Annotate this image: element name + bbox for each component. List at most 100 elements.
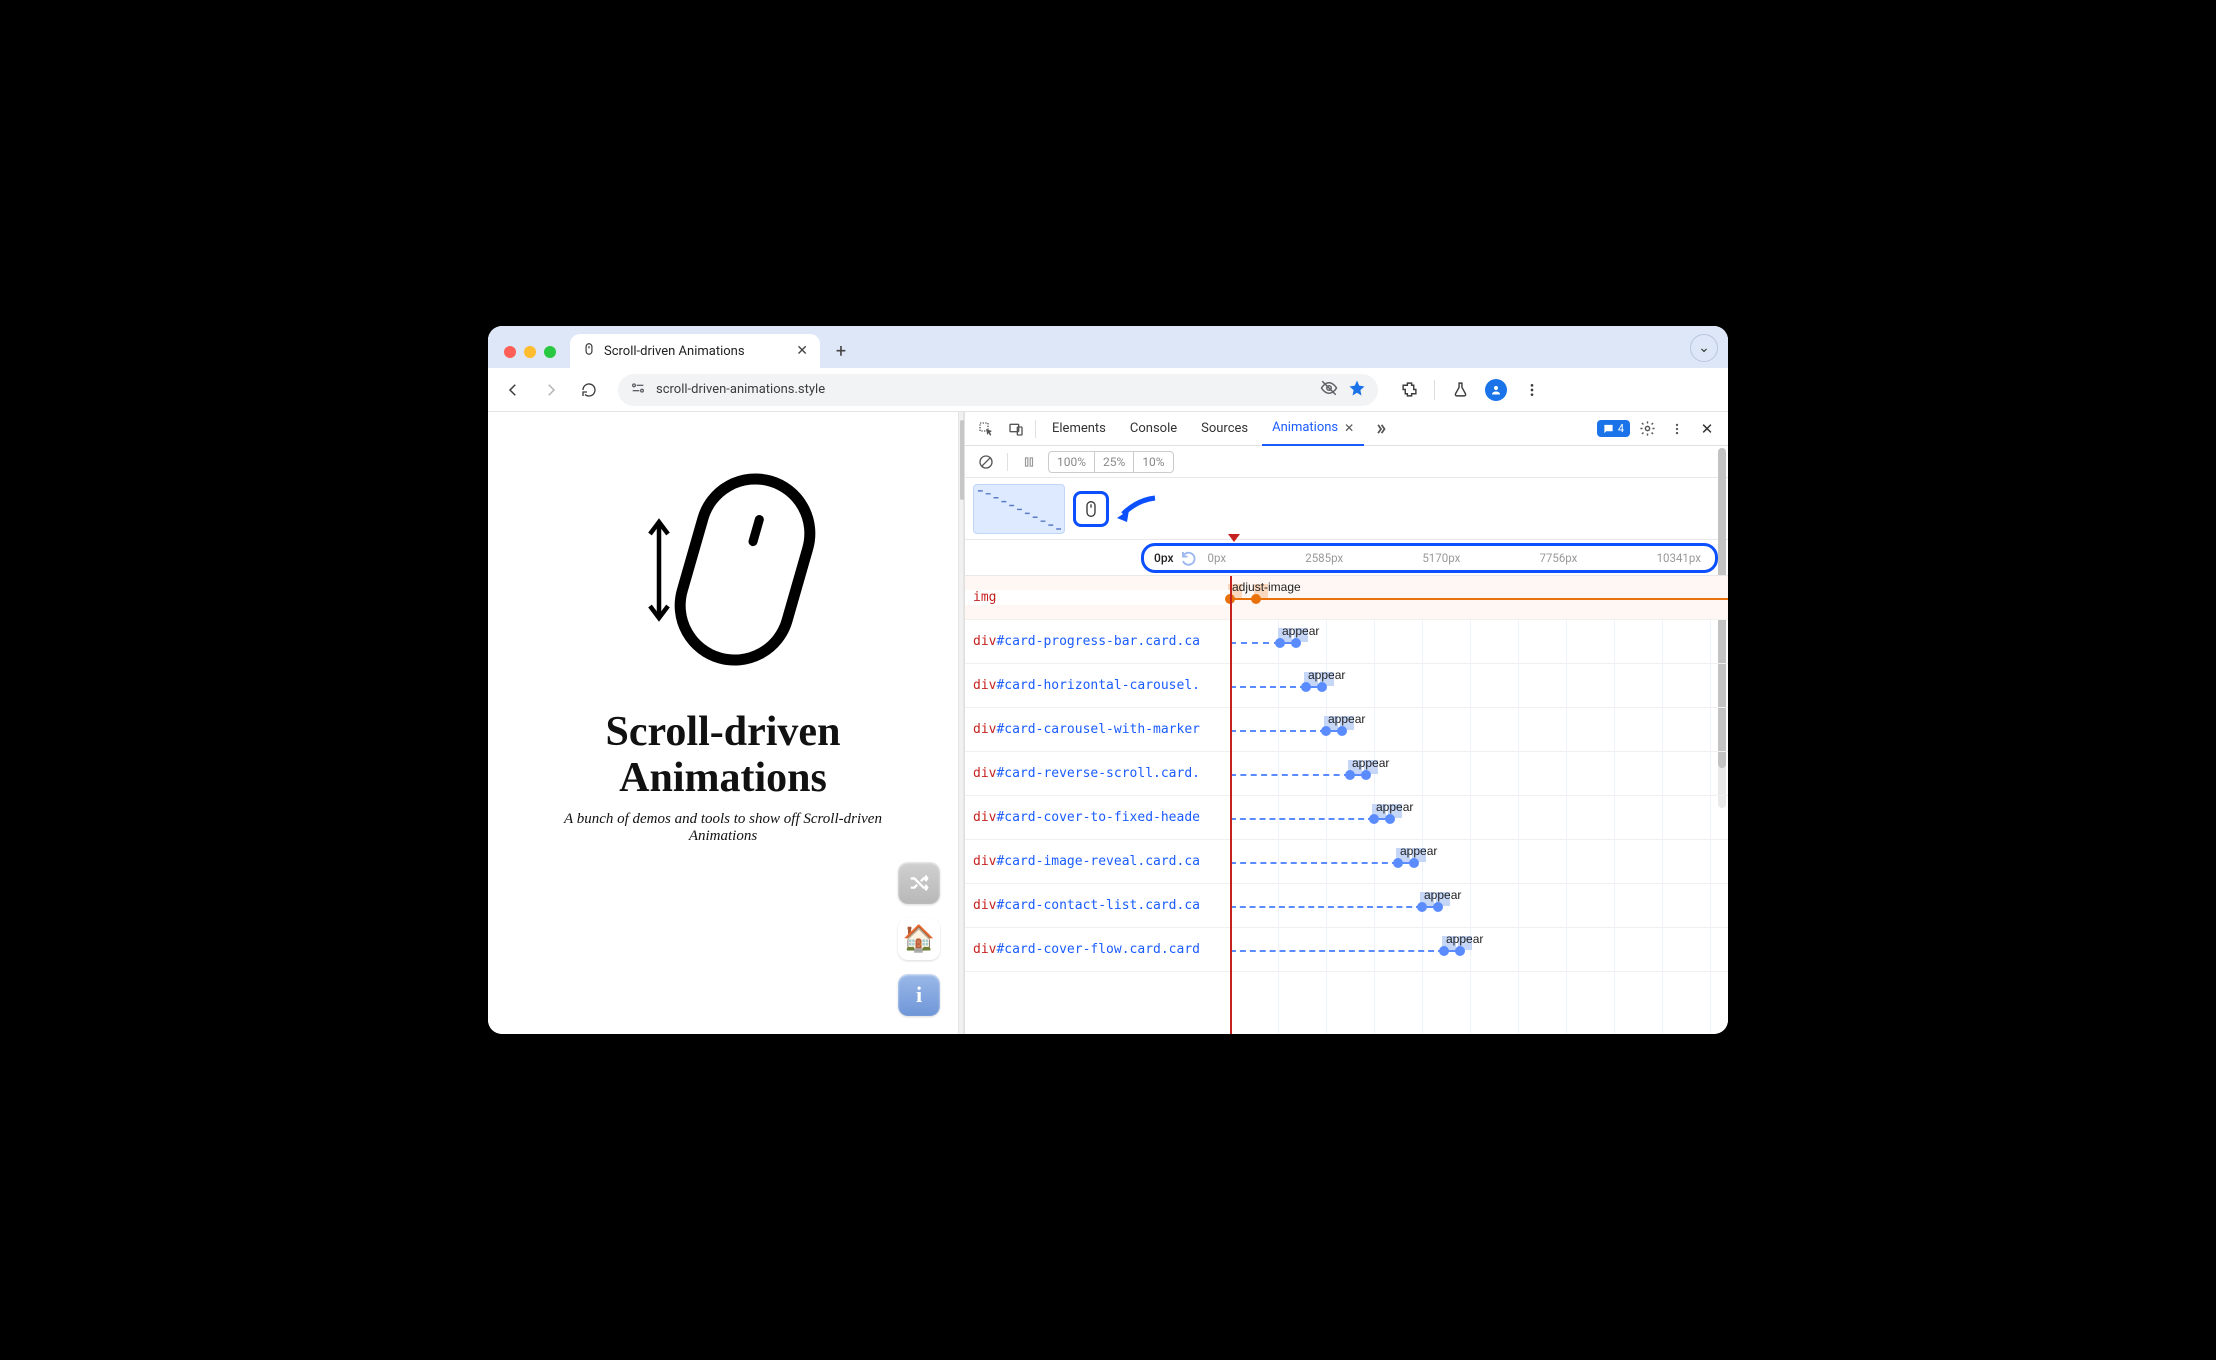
animation-name: adjust-image [1232, 580, 1301, 594]
content-area: Scroll-driven Animations A bunch of demo… [488, 412, 1728, 1034]
animation-row[interactable]: div#card-contact-list.card.ca appear [965, 884, 1728, 928]
settings-gear-icon[interactable] [1634, 416, 1660, 442]
animation-row[interactable]: div#card-cover-to-fixed-headeappear [965, 796, 1728, 840]
animation-row[interactable]: div#card-image-reveal.card.caappear [965, 840, 1728, 884]
tab-console[interactable]: Console [1120, 412, 1187, 446]
playhead-icon[interactable] [1228, 534, 1240, 546]
animation-track[interactable]: appear [1230, 620, 1728, 663]
animation-track[interactable]: appear [1230, 840, 1728, 883]
keyframe-icon[interactable] [1317, 682, 1327, 692]
element-selector: div#card-horizontal-carousel. [965, 678, 1230, 693]
keyframe-icon[interactable] [1361, 770, 1371, 780]
animation-name: appear [1376, 800, 1413, 814]
keyframe-icon[interactable] [1291, 638, 1301, 648]
speed-10[interactable]: 10% [1134, 452, 1172, 472]
minimize-window-icon[interactable] [524, 346, 536, 358]
site-settings-icon[interactable] [630, 380, 646, 400]
close-panel-icon[interactable]: ✕ [1344, 421, 1354, 435]
device-toolbar-icon[interactable] [1003, 416, 1029, 442]
animation-name: appear [1400, 844, 1437, 858]
extensions-icon[interactable] [1394, 375, 1424, 405]
undo-icon[interactable] [1180, 549, 1198, 567]
tab-sources[interactable]: Sources [1191, 412, 1258, 446]
new-tab-button[interactable]: + [826, 336, 856, 366]
issues-badge[interactable]: 4 [1597, 420, 1630, 437]
keyframe-icon[interactable] [1417, 902, 1427, 912]
tab-elements[interactable]: Elements [1042, 412, 1116, 446]
close-devtools-icon[interactable]: ✕ [1694, 416, 1720, 442]
pause-icon[interactable] [1016, 449, 1042, 475]
keyframe-icon[interactable] [1385, 814, 1395, 824]
devtools-panel: Elements Console Sources Animations ✕ 4 [964, 412, 1728, 1034]
element-selector: div#card-contact-list.card.ca [965, 898, 1230, 913]
keyframe-icon[interactable] [1337, 726, 1347, 736]
animation-name: appear [1446, 932, 1483, 946]
tabs-dropdown-icon[interactable]: ⌄ [1690, 334, 1718, 362]
animation-row[interactable]: imgadjust-image [965, 576, 1728, 620]
animation-row[interactable]: div#card-carousel-with-markerappear [965, 708, 1728, 752]
speed-25[interactable]: 25% [1095, 452, 1134, 472]
close-window-icon[interactable] [504, 346, 516, 358]
info-button[interactable]: i [898, 974, 940, 1016]
keyframe-icon[interactable] [1369, 814, 1379, 824]
keyframe-icon[interactable] [1321, 726, 1331, 736]
devtools-menu-icon[interactable] [1664, 416, 1690, 442]
more-tabs-icon[interactable] [1368, 416, 1394, 442]
scroll-driven-icon[interactable] [1073, 491, 1109, 527]
animation-name: appear [1328, 712, 1365, 726]
address-bar[interactable]: scroll-driven-animations.style [618, 374, 1378, 406]
close-tab-icon[interactable]: ✕ [796, 343, 808, 359]
clear-icon[interactable] [973, 449, 999, 475]
animation-name: appear [1424, 888, 1461, 902]
favicon-icon [582, 342, 596, 360]
keyframe-icon[interactable] [1301, 682, 1311, 692]
keyframe-icon[interactable] [1393, 858, 1403, 868]
keyframe-icon[interactable] [1251, 594, 1261, 604]
animation-track[interactable]: appear [1230, 664, 1728, 707]
eye-off-icon[interactable] [1320, 379, 1338, 401]
browser-menu-icon[interactable] [1517, 375, 1547, 405]
keyframe-icon[interactable] [1275, 638, 1285, 648]
animation-row[interactable]: div#card-cover-flow.card.cardappear [965, 928, 1728, 972]
animation-track[interactable]: appear [1230, 884, 1728, 927]
speed-100[interactable]: 100% [1049, 452, 1095, 472]
animation-track[interactable]: appear [1230, 796, 1728, 839]
animation-row[interactable]: div#card-horizontal-carousel.appear [965, 664, 1728, 708]
profile-avatar[interactable] [1481, 375, 1511, 405]
reload-button[interactable] [574, 375, 604, 405]
page-title: Scroll-driven Animations [606, 709, 841, 801]
animation-track[interactable]: adjust-image [1230, 576, 1728, 619]
keyframe-icon[interactable] [1345, 770, 1355, 780]
maximize-window-icon[interactable] [544, 346, 556, 358]
capture-row [965, 478, 1728, 540]
keyframe-icon[interactable] [1433, 902, 1443, 912]
timeline-ruler: 0px 0px 2585px 5170px 7756px 10341px [965, 540, 1728, 576]
animation-row[interactable]: div#card-progress-bar.card.caappear [965, 620, 1728, 664]
window-controls [498, 346, 564, 368]
shuffle-button[interactable] [898, 862, 940, 904]
back-button[interactable] [498, 375, 528, 405]
callout-arrow-icon [1115, 494, 1157, 524]
browser-tab[interactable]: Scroll-driven Animations ✕ [570, 334, 820, 368]
animations-toolbar: 100% 25% 10% [965, 446, 1728, 478]
tab-animations[interactable]: Animations ✕ [1262, 412, 1364, 446]
forward-button[interactable] [536, 375, 566, 405]
devtools-tabs: Elements Console Sources Animations ✕ 4 [965, 412, 1728, 446]
tab-strip: Scroll-driven Animations ✕ + ⌄ [488, 326, 1728, 368]
animation-track[interactable]: appear [1230, 928, 1728, 971]
animation-name: appear [1352, 756, 1389, 770]
animation-track[interactable]: appear [1230, 708, 1728, 751]
experiments-icon[interactable] [1445, 375, 1475, 405]
keyframe-icon[interactable] [1409, 858, 1419, 868]
animation-track[interactable]: appear [1230, 752, 1728, 795]
animation-group-thumbnail[interactable] [973, 484, 1065, 534]
bookmark-star-icon[interactable] [1348, 379, 1366, 401]
animation-name: appear [1282, 624, 1319, 638]
keyframe-icon[interactable] [1455, 946, 1465, 956]
keyframe-icon[interactable] [1225, 594, 1235, 604]
animation-row[interactable]: div#card-reverse-scroll.card.appear [965, 752, 1728, 796]
keyframe-icon[interactable] [1439, 946, 1449, 956]
ruler-highlight: 0px 0px 2585px 5170px 7756px 10341px [1141, 543, 1718, 573]
home-button[interactable]: 🏠 [898, 918, 940, 960]
inspect-element-icon[interactable] [973, 416, 999, 442]
